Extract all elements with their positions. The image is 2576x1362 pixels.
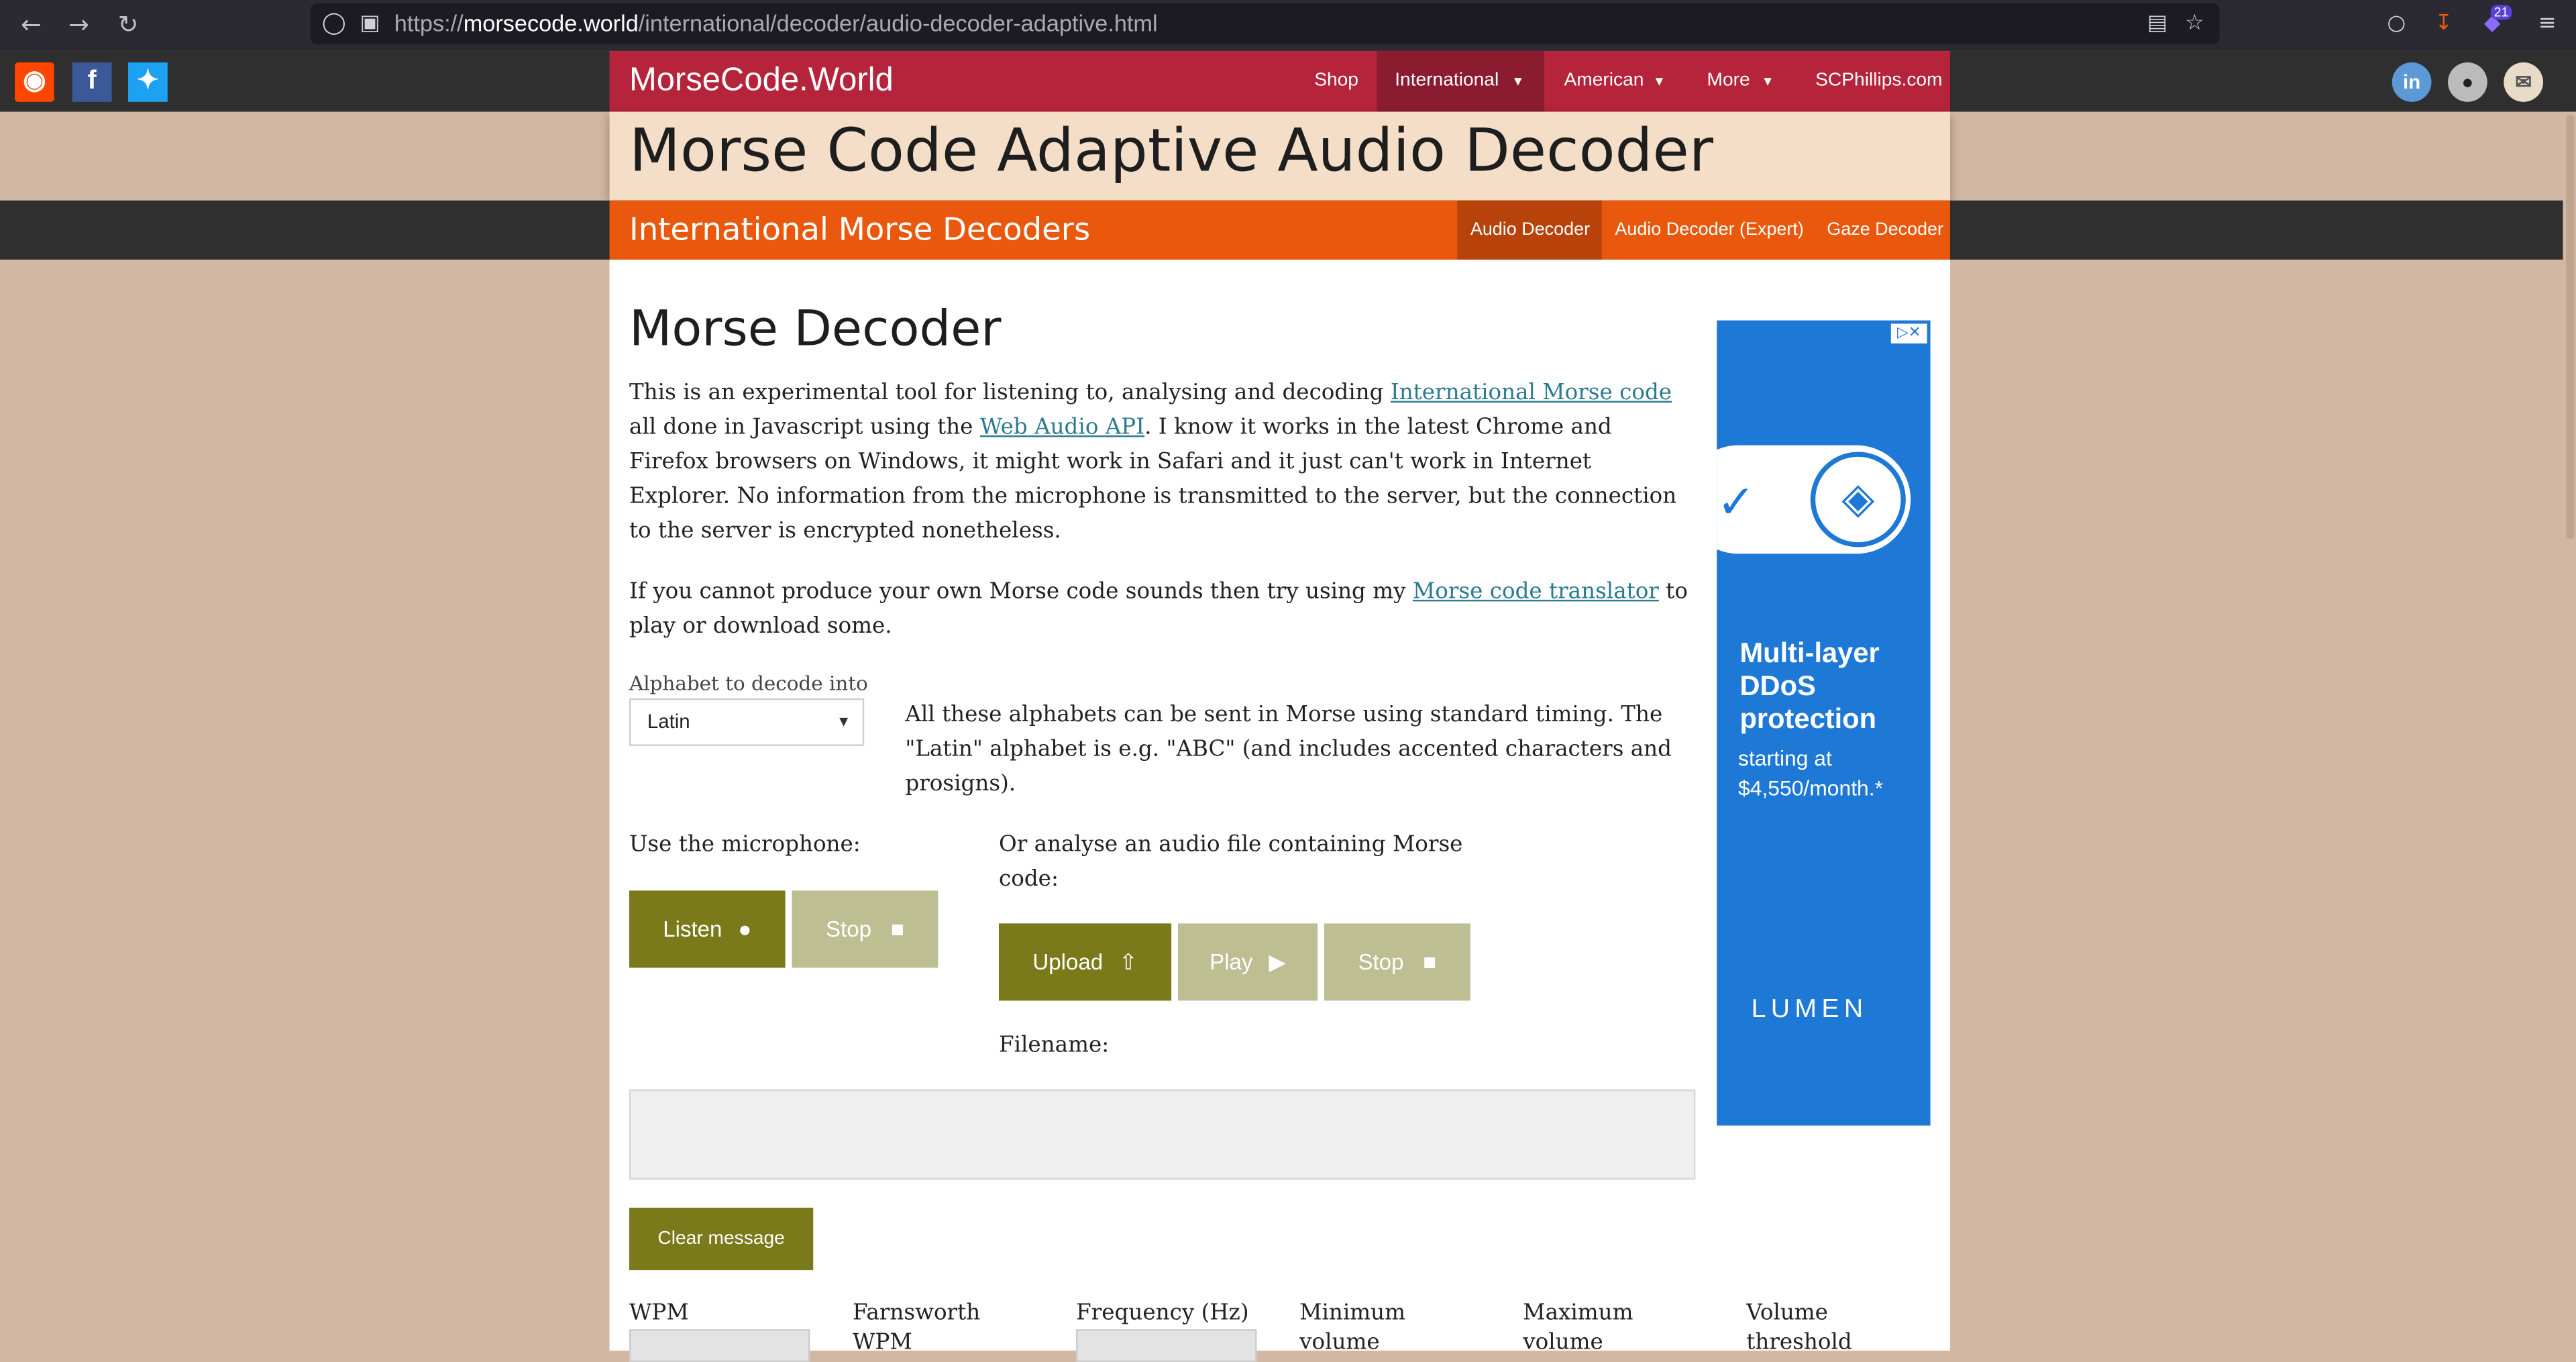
translator-paragraph: If you cannot produce your own Morse cod…	[629, 580, 1688, 639]
subnav-audio-decoder[interactable]: Audio Decoder	[1470, 201, 1590, 260]
mic-stop-button-label: Stop	[825, 916, 872, 942]
param-farnsworth-label: Farnsworth WPM	[853, 1301, 981, 1356]
file-stop-button-label: Stop	[1358, 949, 1404, 975]
nav-more[interactable]: More	[1707, 51, 1750, 112]
param-max-volume-label: Maximum volume	[1523, 1301, 1633, 1356]
github-icon[interactable]: ●	[2448, 62, 2487, 102]
param-min-volume-label: Minimum volume	[1299, 1301, 1406, 1356]
mic-stop-button[interactable]: Stop ■	[792, 890, 938, 968]
reader-view-icon[interactable]: ▤	[2147, 3, 2167, 44]
mail-icon[interactable]: ✉	[2504, 62, 2544, 102]
file-label: Or analyse an audio file containing Mors…	[998, 833, 1463, 892]
linkedin-icon[interactable]: in	[2392, 62, 2432, 102]
nav-international[interactable]: International	[1395, 51, 1499, 112]
stop-icon: ■	[890, 916, 904, 942]
listen-button-label: Listen	[663, 916, 722, 942]
upload-button-label: Upload	[1032, 949, 1104, 975]
upload-icon: ⇧	[1119, 949, 1138, 975]
main-heading: Morse Decoder	[629, 301, 1002, 358]
ad-subtext: starting at $4,550/month.*	[1738, 745, 1884, 800]
nav-shop[interactable]: Shop	[1314, 51, 1358, 112]
reload-icon[interactable]: ↻	[112, 8, 145, 41]
param-frequency-label: Frequency (Hz)	[1076, 1301, 1249, 1326]
alphabet-select[interactable]: Latin ▼	[629, 698, 865, 746]
alphabet-selected-value: Latin	[647, 709, 690, 733]
facebook-icon[interactable]: f	[72, 62, 112, 102]
subnav-audio-decoder-expert[interactable]: Audio Decoder (Expert)	[1615, 201, 1804, 260]
lumen-logo: LUMEN	[1751, 996, 1868, 1024]
morse-translator-link[interactable]: Morse code translator	[1413, 580, 1659, 605]
wpm-input[interactable]	[629, 1329, 810, 1362]
play-button-label: Play	[1210, 949, 1253, 975]
mic-label: Use the microphone:	[629, 833, 861, 858]
extension-badge: 21	[2490, 5, 2512, 20]
international-morse-link[interactable]: International Morse code	[1391, 381, 1672, 406]
download-icon[interactable]: ↧	[2434, 3, 2453, 44]
param-wpm-label: WPM	[629, 1301, 689, 1326]
chevron-down-icon: ▼	[1652, 74, 1666, 89]
filename-label: Filename:	[998, 1033, 1110, 1059]
listen-button[interactable]: Listen ●	[629, 890, 786, 968]
twitter-icon[interactable]: ✦	[128, 62, 168, 102]
stop-icon: ■	[1423, 949, 1437, 975]
scrollbar-thumb[interactable]	[2566, 115, 2575, 539]
forward-icon[interactable]: →	[62, 8, 95, 41]
intro-paragraph: This is an experimental tool for listeni…	[629, 381, 1677, 544]
checkmark-icon: ✓	[1717, 474, 1756, 529]
pocket-icon[interactable]: ○	[2387, 3, 2406, 44]
alphabet-note: All these alphabets can be sent in Morse…	[905, 703, 1672, 797]
shield-icon[interactable]: ◯	[322, 3, 346, 44]
chevron-down-icon: ▼	[1761, 74, 1774, 89]
url-text[interactable]: https://morsecode.world/international/de…	[394, 3, 1158, 44]
section-title: International Morse Decoders	[629, 211, 1091, 248]
brand-logo[interactable]: MorseCode.World	[629, 51, 894, 112]
file-stop-button[interactable]: Stop ■	[1324, 923, 1470, 1001]
menu-icon[interactable]: ≡	[2538, 3, 2557, 44]
lock-icon[interactable]: ▣	[360, 3, 380, 44]
nav-scphillips[interactable]: SCPhillips.com	[1815, 51, 1942, 112]
param-threshold-label: Volume threshold	[1746, 1301, 1852, 1356]
frequency-input[interactable]	[1076, 1329, 1257, 1362]
ad-choices-icon[interactable]: ▷✕	[1890, 323, 1927, 344]
microphone-icon: ●	[738, 916, 752, 942]
alphabet-label: Alphabet to decode into	[629, 672, 868, 695]
back-icon[interactable]: ←	[15, 8, 48, 41]
upload-button[interactable]: Upload ⇧	[998, 923, 1172, 1001]
decoded-message-box[interactable]	[629, 1089, 1696, 1180]
nav-american[interactable]: American	[1564, 51, 1644, 112]
clear-message-button[interactable]: Clear message	[629, 1208, 814, 1271]
web-audio-api-link[interactable]: Web Audio API	[980, 416, 1144, 441]
shield-icon: ◈	[1810, 452, 1906, 547]
page-title: Morse Code Adaptive Audio Decoder	[629, 118, 1714, 186]
play-icon: ▶	[1269, 949, 1286, 975]
play-button[interactable]: Play ▶	[1177, 923, 1318, 1001]
subnav-gaze-decoder[interactable]: Gaze Decoder	[1827, 201, 1943, 260]
reddit-icon[interactable]: ◉	[15, 62, 54, 102]
chevron-down-icon: ▼	[836, 713, 851, 730]
bookmark-star-icon[interactable]: ☆	[2185, 3, 2204, 44]
chevron-down-icon: ▼	[1511, 74, 1525, 89]
ad-headline: Multi-layer DDoS protection	[1739, 637, 1880, 735]
